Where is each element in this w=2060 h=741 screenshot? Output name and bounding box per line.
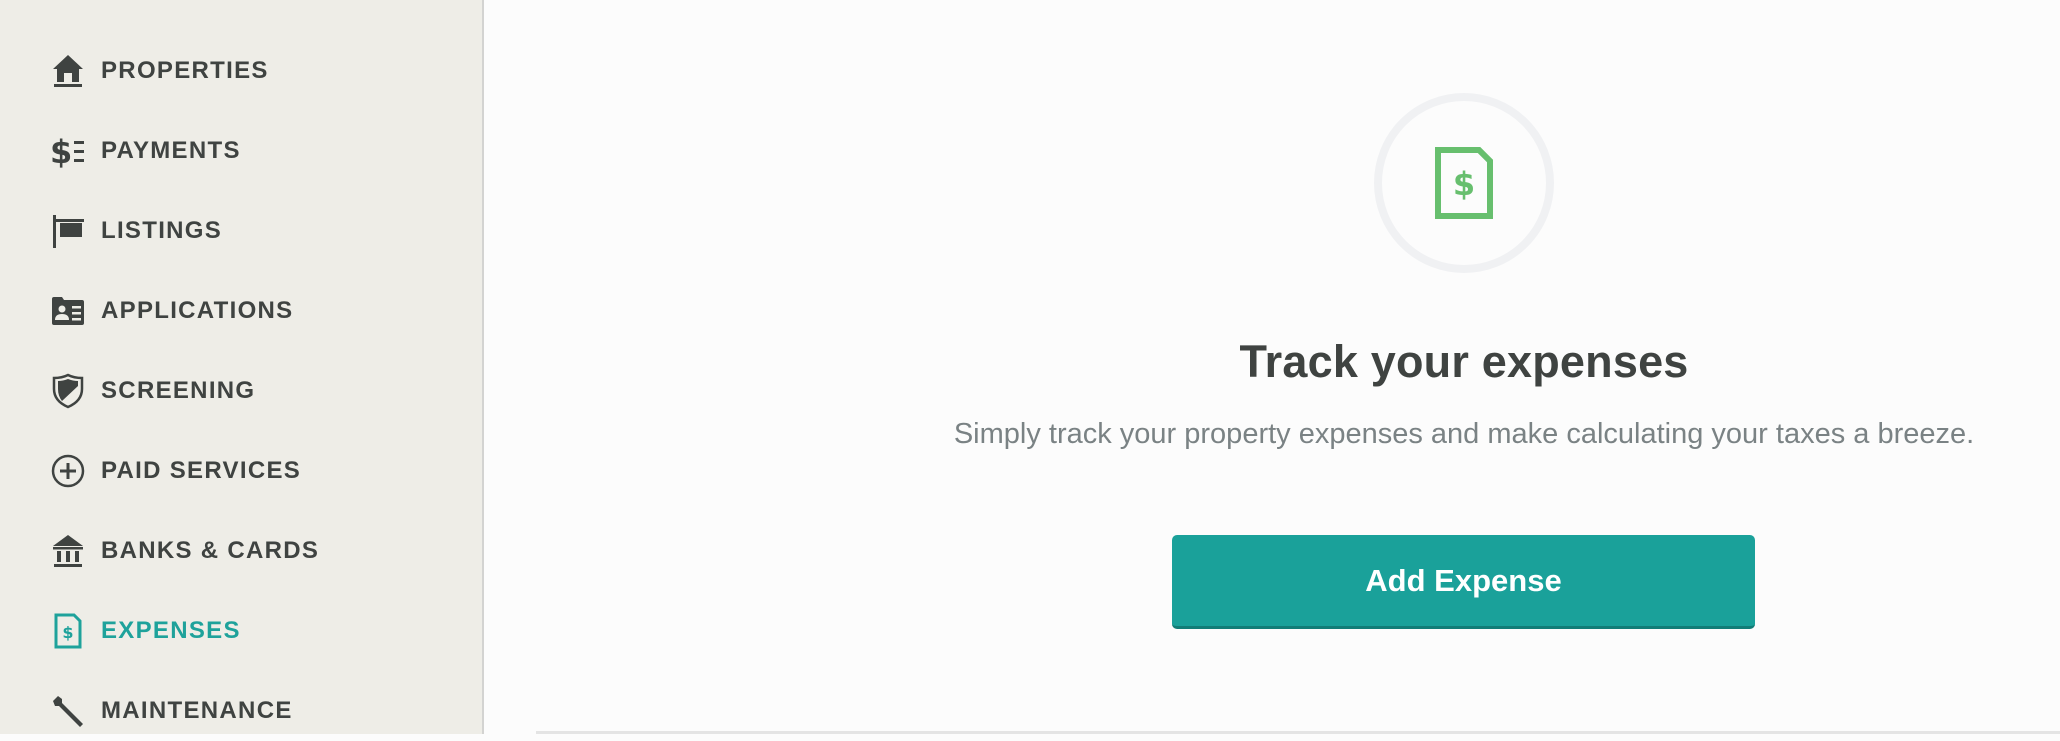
bank-icon	[50, 533, 86, 569]
sidebar-item-label: PAYMENTS	[101, 137, 241, 164]
empty-state-subtitle: Simply track your property expenses and …	[953, 418, 1975, 450]
svg-text:$: $	[50, 133, 72, 169]
sidebar-item-label: APPLICATIONS	[101, 297, 294, 324]
add-expense-button[interactable]: Add Expense	[1172, 535, 1755, 629]
sidebar-item-label: PAID SERVICES	[101, 457, 302, 484]
sidebar-item-label: MAINTENANCE	[101, 697, 293, 724]
expense-document-icon: $	[1435, 147, 1493, 219]
sidebar-item-label: EXPENSES	[101, 617, 241, 644]
sidebar-item-maintenance[interactable]: MAINTENANCE	[0, 681, 482, 741]
expense-document-icon: $	[50, 613, 86, 649]
sidebar-item-expenses[interactable]: $ EXPENSES	[0, 601, 482, 661]
sidebar-item-listings[interactable]: LISTINGS	[0, 201, 482, 261]
id-card-folder-icon	[50, 293, 86, 329]
svg-text:$: $	[62, 623, 73, 642]
sidebar-item-properties[interactable]: PROPERTIES	[0, 41, 482, 101]
sidebar-item-label: BANKS & CARDS	[101, 537, 320, 564]
sidebar-item-screening[interactable]: SCREENING	[0, 361, 482, 421]
sidebar-item-label: SCREENING	[101, 377, 256, 404]
sidebar-item-applications[interactable]: APPLICATIONS	[0, 281, 482, 341]
sidebar-item-payments[interactable]: $ PAYMENTS	[0, 121, 482, 181]
sidebar-item-label: LISTINGS	[101, 217, 223, 244]
home-icon	[50, 53, 86, 89]
sidebar-item-paid-services[interactable]: PAID SERVICES	[0, 441, 482, 501]
empty-state-title: Track your expenses	[1239, 336, 1689, 387]
sidebar-nav: PROPERTIES $ PAYMENTS LISTINGS APPLICATI…	[0, 0, 484, 734]
svg-text:$: $	[1453, 165, 1475, 203]
sidebar-item-label: PROPERTIES	[101, 57, 269, 84]
plus-circle-icon	[50, 453, 86, 489]
dollar-list-icon: $	[50, 133, 86, 169]
sign-post-icon	[50, 213, 86, 249]
wrench-icon	[50, 693, 86, 729]
shield-icon	[50, 373, 86, 409]
empty-state-icon-circle: $	[1374, 93, 1554, 273]
sidebar-item-banks-cards[interactable]: BANKS & CARDS	[0, 521, 482, 581]
